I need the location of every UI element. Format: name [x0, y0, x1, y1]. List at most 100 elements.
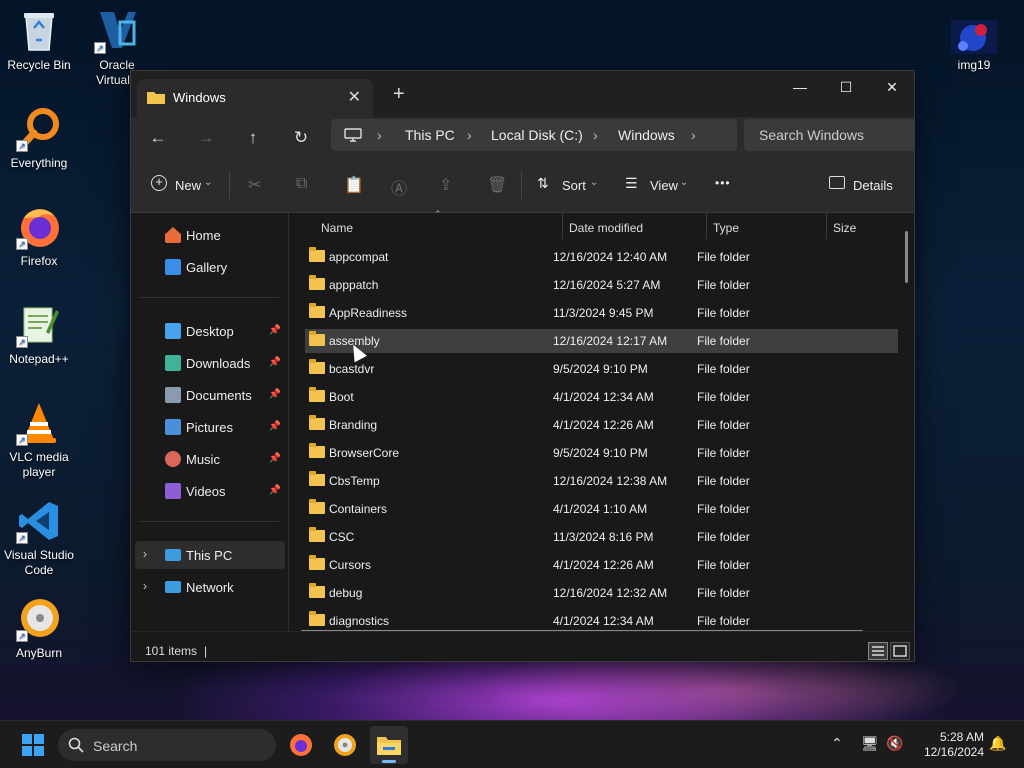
desktop-icon-recycle-bin[interactable]: Recycle Bin [0, 8, 78, 73]
up-button[interactable]: ↑ [238, 123, 268, 153]
file-row[interactable]: BrowserCore 9/5/2024 9:10 PM File folder [305, 441, 898, 465]
file-row[interactable]: CbsTemp 12/16/2024 12:38 AM File folder [305, 469, 898, 493]
file-row[interactable]: Cursors 4/1/2024 12:26 AM File folder [305, 553, 898, 577]
chevron-down-icon: ⌄ [680, 177, 689, 188]
tab-title: Windows [173, 90, 226, 105]
file-row[interactable]: Containers 4/1/2024 1:10 AM File folder [305, 497, 898, 521]
desktop-icon-label: Recycle Bin [7, 58, 71, 72]
file-row[interactable]: apppatch 12/16/2024 5:27 AM File folder [305, 273, 898, 297]
breadcrumb-this-pc[interactable]: This PC [405, 127, 455, 143]
desktop-icon-anyburn[interactable]: ↗ AnyBurn [0, 596, 78, 661]
sidebar-label: Music [186, 452, 220, 467]
folder-icon [309, 443, 325, 458]
column-header-size[interactable]: Size [833, 221, 856, 235]
vertical-scrollbar[interactable] [905, 231, 908, 283]
large-icons-view-button[interactable] [890, 642, 910, 660]
folder-icon [309, 303, 325, 318]
sidebar-item-home[interactable]: Home [135, 221, 285, 249]
new-tab-button[interactable]: + [393, 83, 405, 106]
paste-icon[interactable]: 📋 [344, 175, 364, 195]
maximize-button[interactable]: ☐ [823, 73, 869, 105]
sidebar-label: Gallery [186, 260, 228, 275]
sidebar-item-this-pc[interactable]: › This PC [135, 541, 285, 569]
music-folder-icon [165, 451, 181, 467]
column-divider[interactable] [706, 213, 707, 239]
folder-icon [309, 387, 325, 402]
column-header-type[interactable]: Type [713, 221, 739, 235]
file-row[interactable]: appcompat 12/16/2024 12:40 AM File folder [305, 245, 898, 269]
sidebar-item-gallery[interactable]: Gallery [135, 253, 285, 281]
details-view-button[interactable] [868, 642, 888, 660]
recycle-bin-icon [16, 8, 62, 54]
start-button[interactable] [14, 726, 52, 764]
desktop-icon-vscode[interactable]: ↗ Visual Studio Code [0, 498, 78, 578]
expand-chevron-icon[interactable]: › [143, 579, 147, 593]
delete-icon[interactable]: 🗑 [487, 175, 507, 195]
back-button[interactable]: ← [143, 123, 173, 153]
minimize-button[interactable]: — [777, 73, 823, 105]
system-clock[interactable]: 5:28 AM 12/16/2024 [914, 730, 984, 760]
item-count: 101 items [145, 644, 198, 658]
column-divider[interactable] [562, 213, 563, 239]
copy-icon[interactable]: ⧉ [296, 175, 307, 193]
taskbar-anyburn[interactable] [326, 726, 364, 764]
desktop-icon-notepadpp[interactable]: ↗ Notepad++ [0, 302, 78, 367]
file-explorer-icon [377, 737, 401, 755]
desktop-icon-everything[interactable]: ↗ Everything [0, 106, 78, 171]
file-row[interactable]: AppReadiness 11/3/2024 9:45 PM File folder [305, 301, 898, 325]
show-hidden-icons-chevron-icon[interactable]: ⌃ [831, 735, 843, 752]
sort-ascending-icon: ⌃ [434, 209, 442, 219]
file-date: 9/5/2024 9:10 PM [553, 446, 648, 460]
column-header-date-modified[interactable]: Date modified [569, 221, 643, 235]
search-box[interactable]: Search Windows [744, 119, 914, 151]
column-divider[interactable] [826, 213, 827, 239]
sidebar-item-desktop[interactable]: Desktop 📌 [135, 317, 285, 345]
address-bar[interactable]: › This PC › Local Disk (C:) › Windows › [331, 119, 737, 151]
tiles-view-icon [893, 645, 907, 657]
file-row[interactable]: Boot 4/1/2024 12:34 AM File folder [305, 385, 898, 409]
share-icon[interactable]: ⇪ [439, 175, 452, 195]
desktop-icon-label: AnyBurn [15, 646, 63, 660]
desktop-icon-label: VLC media player [9, 450, 69, 479]
file-row[interactable]: debug 12/16/2024 12:32 AM File folder [305, 581, 898, 605]
close-window-button[interactable]: ✕ [869, 73, 914, 105]
breadcrumb-local-disk[interactable]: Local Disk (C:) [491, 127, 583, 143]
file-row[interactable]: CSC 11/3/2024 8:16 PM File folder [305, 525, 898, 549]
desktop-icon-img19[interactable]: img19 [935, 20, 1013, 73]
sidebar-label: Network [186, 580, 234, 595]
rename-icon[interactable]: Ⓐ [391, 175, 407, 199]
desktop-icon-label: img19 [957, 58, 991, 72]
sidebar-item-documents[interactable]: Documents 📌 [135, 381, 285, 409]
file-row[interactable]: bcastdvr 9/5/2024 9:10 PM File folder [305, 357, 898, 381]
cut-icon[interactable]: ✂ [248, 175, 261, 195]
more-options-button[interactable]: ••• [715, 176, 731, 190]
column-header-name[interactable]: Name [321, 221, 353, 235]
file-date: 4/1/2024 12:34 AM [553, 614, 654, 628]
desktop-folder-icon [165, 323, 181, 339]
expand-chevron-icon[interactable]: › [143, 547, 147, 561]
sidebar-item-music[interactable]: Music 📌 [135, 445, 285, 473]
taskbar-firefox[interactable] [282, 726, 320, 764]
sidebar-item-downloads[interactable]: Downloads 📌 [135, 349, 285, 377]
sidebar-item-videos[interactable]: Videos 📌 [135, 477, 285, 505]
monitor-icon [344, 128, 362, 142]
close-tab-button[interactable]: ✕ [348, 87, 361, 107]
notifications-bell-icon[interactable]: 🔔 [989, 735, 1006, 752]
taskbar-search-box[interactable]: Search [58, 729, 276, 761]
file-row[interactable]: Branding 4/1/2024 12:26 AM File folder [305, 413, 898, 437]
network-status-icon[interactable]: 🖥 [861, 735, 879, 752]
desktop-icon-firefox[interactable]: ↗ Firefox [0, 204, 78, 269]
breadcrumb-windows[interactable]: Windows [618, 127, 675, 143]
file-row[interactable]: assembly 12/16/2024 12:17 AM File folder [305, 329, 898, 353]
desktop-icon-vlc[interactable]: ↗ VLC media player [0, 400, 78, 480]
volume-muted-icon[interactable]: 🔇 [886, 735, 903, 752]
sidebar-item-network[interactable]: › Network [135, 573, 285, 601]
explorer-tab[interactable]: Windows ✕ [137, 79, 373, 117]
chevron-down-icon: ⌄ [204, 177, 213, 188]
forward-button[interactable]: → [191, 123, 221, 153]
taskbar-file-explorer[interactable] [370, 726, 408, 764]
file-type: File folder [697, 586, 750, 600]
sidebar-label: This PC [186, 548, 233, 563]
sidebar-item-pictures[interactable]: Pictures 📌 [135, 413, 285, 441]
refresh-button[interactable]: ↻ [286, 123, 316, 153]
